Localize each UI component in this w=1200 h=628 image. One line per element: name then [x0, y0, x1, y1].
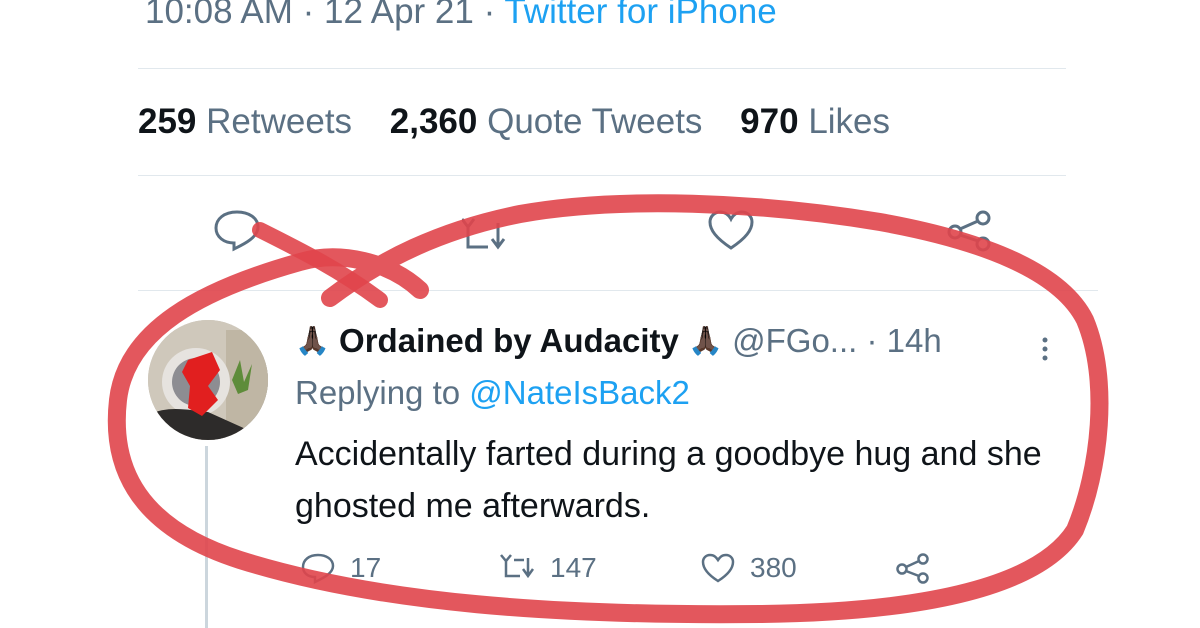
- replying-to: Replying to @NateIsBack2: [295, 374, 690, 412]
- like-count: 380: [750, 552, 797, 583]
- reply-icon[interactable]: [212, 208, 262, 252]
- retweet-icon: [500, 554, 535, 579]
- retweets-stat[interactable]: 259 Retweets: [138, 102, 352, 141]
- replying-mention-link[interactable]: @NateIsBack2: [469, 374, 690, 411]
- divider: [138, 68, 1066, 69]
- reply-author-name[interactable]: Ordained by Audacity: [339, 322, 679, 359]
- retweet-count: 147: [550, 552, 597, 583]
- reply-header: 🙏🏿 Ordained by Audacity 🙏🏿 @FGo... · 14h: [295, 322, 942, 360]
- tweet-date: 12 Apr 21: [324, 0, 474, 31]
- avatar[interactable]: [148, 320, 268, 440]
- tweet-source-link[interactable]: Twitter for iPhone: [504, 0, 776, 31]
- reply-reply-button[interactable]: 17: [300, 552, 381, 584]
- prayer-emoji-icon: 🙏🏿: [688, 325, 723, 356]
- reply-share-button[interactable]: [895, 552, 945, 584]
- divider: [138, 175, 1066, 176]
- reply-text: Accidentally farted during a goodbye hug…: [295, 435, 1042, 525]
- like-icon: [701, 553, 735, 583]
- tweet-stats: 259 Retweets 2,360 Quote Tweets 970 Like…: [138, 102, 918, 142]
- reply-timestamp[interactable]: 14h: [887, 322, 942, 359]
- tweet-time: 10:08 AM: [145, 0, 293, 31]
- quote-tweets-stat[interactable]: 2,360 Quote Tweets: [390, 102, 703, 141]
- meta-separator: ·: [483, 0, 496, 31]
- more-options-icon[interactable]: [1040, 334, 1050, 364]
- share-icon: [896, 553, 929, 584]
- reply-icon: [301, 553, 335, 584]
- like-icon[interactable]: [706, 208, 756, 252]
- reply-retweet-button[interactable]: 147: [500, 552, 597, 584]
- likes-stat[interactable]: 970 Likes: [740, 102, 890, 141]
- thread-line: [205, 446, 208, 628]
- replying-prefix: Replying to: [295, 374, 461, 411]
- tweet-meta: 10:08 AM · 12 Apr 21 · Twitter for iPhon…: [145, 0, 777, 32]
- retweet-icon[interactable]: [460, 215, 512, 259]
- red-marker-circle: [107, 194, 1109, 624]
- divider: [138, 290, 1098, 291]
- reply-count: 17: [350, 552, 382, 583]
- meta-separator: ·: [302, 0, 315, 31]
- share-icon[interactable]: [945, 208, 995, 252]
- meta-separator: ·: [866, 322, 878, 359]
- reply-like-button[interactable]: 380: [700, 552, 797, 584]
- prayer-emoji-icon: 🙏🏿: [295, 325, 330, 356]
- reply-author-handle[interactable]: @FGo...: [732, 322, 857, 359]
